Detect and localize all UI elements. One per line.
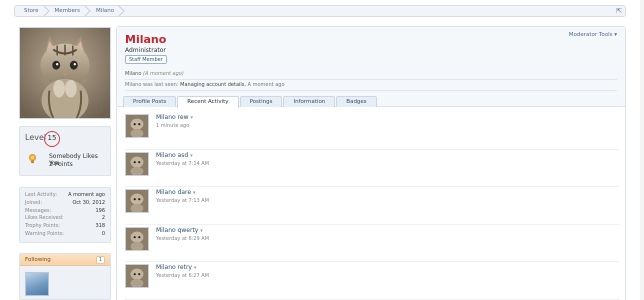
activity-title[interactable]: Milano rew ▾ (156, 114, 193, 121)
breadcrumb-members[interactable]: Members (47, 6, 89, 16)
stat-warning-points: Warning Points: 0 (25, 230, 105, 237)
staff-badge: Staff Member (125, 55, 167, 64)
stat-likes: Likes Received: 2 (25, 215, 105, 222)
status-username[interactable]: Milano (125, 71, 141, 77)
page-scrollbar[interactable] (640, 0, 644, 300)
level-panel: Level 15 Somebody Likes You 2 Points (19, 126, 111, 176)
activity-avatar[interactable] (125, 264, 149, 288)
activity-item: Milano rew ▾ 1 minute ago (125, 112, 619, 150)
following-avatar[interactable] (25, 272, 49, 296)
stat-last-activity: Last Activity: A moment ago (25, 192, 105, 198)
trophy-icon (28, 153, 37, 164)
tab-badges[interactable]: Badges (336, 96, 377, 107)
activity-feed: Milano rew ▾ 1 minute ago Milano asd ▾ Y… (125, 112, 619, 300)
tab-profile-posts[interactable]: Profile Posts (123, 96, 177, 107)
username: Milano (125, 33, 167, 46)
status-line: Milano (A moment ago) (125, 71, 184, 77)
moderator-tools-menu[interactable]: Moderator Tools ▾ (569, 32, 617, 38)
breadcrumb-store[interactable]: Store (15, 6, 47, 16)
jump-to-top-icon[interactable]: ⇱ (615, 7, 623, 15)
kitten-image (20, 28, 110, 118)
profile-header: Milano Administrator Staff Member Modera… (117, 27, 625, 108)
kitten-thumbnail (126, 227, 148, 250)
profile-tabs: Profile Posts Recent Activity Postings I… (123, 96, 378, 108)
level-number[interactable]: 15 (44, 131, 60, 147)
activity-item: Milano dare ▾ Yesterday at 7:13 AM (125, 187, 619, 225)
profile-main: Milano Administrator Staff Member Modera… (116, 26, 626, 300)
activity-avatar[interactable] (125, 114, 149, 138)
kitten-thumbnail (126, 115, 148, 137)
stat-joined: Joined: Oct 30, 2012 (25, 199, 105, 206)
kitten-thumbnail (126, 190, 148, 212)
chevron-down-icon: ▾ (614, 32, 617, 38)
tab-recent-activity[interactable]: Recent Activity (177, 96, 239, 108)
activity-avatar[interactable] (125, 151, 149, 176)
chevron-down-icon: ▾ (193, 190, 196, 196)
activity-time: Yesterday at 7:14 AM (156, 160, 210, 167)
divider (125, 79, 617, 80)
breadcrumb-milano[interactable]: Milano (88, 6, 122, 16)
activity-time: 1 minute ago (156, 123, 190, 129)
tab-postings[interactable]: Postings (239, 96, 283, 107)
kitten-thumbnail (126, 152, 148, 175)
chevron-down-icon: ▾ (190, 115, 193, 121)
stat-trophy-points: Trophy Points: 318 (25, 223, 105, 230)
activity-item: Milano retry ▾ Yesterday at 6:27 AM (125, 262, 619, 300)
kitten-thumbnail (126, 265, 148, 287)
activity-item: Milano asd ▾ Yesterday at 7:14 AM (125, 150, 619, 187)
activity-avatar[interactable] (125, 226, 149, 251)
divider (125, 90, 617, 91)
following-count: 1 (95, 255, 105, 264)
chevron-down-icon: ▾ (190, 152, 193, 159)
trophy-points: 2 Points (49, 161, 73, 168)
status-time: (A moment ago) (142, 71, 184, 77)
breadcrumb: Store Members Milano ⇱ (14, 5, 626, 17)
activity-time: Yesterday at 6:27 AM (156, 273, 210, 279)
chevron-down-icon: ▾ (193, 265, 197, 271)
chevron-down-icon: ▾ (200, 227, 203, 234)
following-panel: Following 1 (19, 253, 111, 300)
activity-title[interactable]: Milano asd ▾ (156, 152, 193, 159)
following-header: Following 1 (20, 254, 110, 266)
activity-title[interactable]: Milano retry ▾ (156, 264, 196, 271)
activity-title[interactable]: Milano dare ▾ (156, 189, 196, 196)
level-label: Level (25, 133, 47, 142)
member-stats: Last Activity: A moment ago Joined: Oct 30… (19, 187, 111, 243)
profile-avatar[interactable] (19, 27, 111, 119)
activity-time: Yesterday at 7:13 AM (156, 198, 210, 204)
activity-item: Milano qwerty ▾ Yesterday at 6:29 AM (125, 225, 619, 262)
activity-avatar[interactable] (125, 189, 149, 213)
stat-messages: Messages: 196 (25, 207, 105, 214)
following-label[interactable]: Following (25, 257, 51, 263)
user-title: Administrator (125, 47, 166, 54)
last-seen: Milano was last seen: Managing account d… (125, 82, 285, 88)
tab-information[interactable]: Information (283, 96, 336, 107)
activity-title[interactable]: Milano qwerty ▾ (156, 227, 203, 234)
activity-time: Yesterday at 6:29 AM (156, 235, 210, 242)
